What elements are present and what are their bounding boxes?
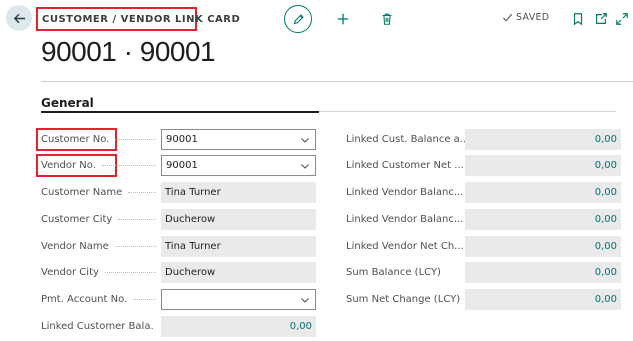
linked-vendor-balance-2-value: 0,00	[594, 214, 617, 225]
right-label-row: Sum Balance (LCY)	[346, 262, 466, 282]
linked-vendor-balance-field[interactable]: 0,00	[465, 182, 621, 203]
checkmark-icon	[502, 13, 513, 22]
customer-no-value: 90001	[166, 134, 198, 145]
right-label-row: Linked Vendor Balanc...	[346, 182, 466, 202]
dots	[115, 138, 156, 140]
customer-city-value: Ducherow	[165, 214, 216, 225]
sum-net-change-field[interactable]: 0,00	[465, 289, 621, 310]
dots	[118, 218, 156, 220]
title-divider	[41, 81, 633, 82]
section-general-title[interactable]: General	[41, 96, 94, 110]
linked-customer-net-label: Linked Customer Net ...	[346, 159, 464, 171]
linked-cust-balance-as-field[interactable]: 0,00	[465, 129, 621, 150]
customer-city-label: Customer City	[41, 213, 113, 225]
edit-button[interactable]	[284, 5, 312, 33]
sum-net-change-value: 0,00	[594, 294, 617, 305]
pmt-account-no-field[interactable]	[161, 289, 316, 310]
customer-no-label: Customer No.	[41, 133, 110, 145]
pencil-icon	[293, 13, 304, 24]
sum-net-change-label: Sum Net Change (LCY)	[346, 293, 461, 305]
customer-no-label-row: Customer No.	[41, 129, 162, 149]
sum-balance-value: 0,00	[594, 267, 617, 278]
saved-status: SAVED	[502, 12, 549, 23]
customer-no-field[interactable]: 90001	[161, 129, 316, 150]
back-arrow-icon	[13, 13, 25, 23]
dots	[128, 191, 156, 193]
right-label-row: Linked Customer Net ...	[346, 155, 466, 175]
linked-customer-balance-label-row: Linked Customer Bala...	[41, 316, 162, 336]
sum-balance-label: Sum Balance (LCY)	[346, 266, 441, 278]
dots	[133, 298, 156, 300]
vendor-name-label-row: Vendor Name	[41, 236, 162, 256]
customer-name-value: Tina Turner	[165, 187, 221, 198]
open-new-window-button[interactable]	[593, 11, 609, 27]
vendor-no-value: 90001	[166, 160, 198, 171]
vendor-no-label: Vendor No.	[41, 159, 96, 171]
customer-name-field: Tina Turner	[161, 182, 316, 203]
linked-customer-balance-field[interactable]: 0,00	[161, 316, 316, 337]
chevron-down-icon[interactable]	[300, 161, 310, 171]
vendor-city-field: Ducherow	[161, 262, 316, 283]
linked-customer-balance-label: Linked Customer Bala...	[41, 320, 153, 332]
vendor-no-field[interactable]: 90001	[161, 155, 316, 176]
linked-vendor-balance-2-field[interactable]: 0,00	[465, 209, 621, 230]
page-caption-highlight: CUSTOMER / VENDOR LINK CARD	[36, 7, 240, 31]
back-button[interactable]	[6, 5, 32, 31]
page-title: 90001 · 90001	[41, 36, 216, 67]
bookmark-icon	[573, 13, 583, 26]
saved-label: SAVED	[516, 12, 550, 23]
dots	[101, 164, 156, 166]
linked-customer-net-value: 0,00	[594, 160, 617, 171]
dots	[104, 271, 156, 273]
section-divider	[319, 111, 616, 112]
right-label-row: Sum Net Change (LCY)	[346, 289, 466, 309]
dots	[114, 245, 156, 247]
linked-vendor-net-change-label: Linked Vendor Net Ch...	[346, 240, 464, 252]
linked-vendor-balance-2-label: Linked Vendor Balanc...	[346, 213, 464, 225]
vendor-city-label-row: Vendor City	[41, 262, 162, 282]
pmt-account-no-label: Pmt. Account No.	[41, 293, 128, 305]
right-label-row: Linked Vendor Net Ch...	[346, 236, 466, 256]
trash-icon	[382, 13, 392, 25]
section-underline	[41, 111, 319, 113]
linked-vendor-balance-value: 0,00	[594, 187, 617, 198]
sum-balance-field[interactable]: 0,00	[465, 262, 621, 283]
open-new-window-icon	[596, 13, 607, 24]
vendor-city-value: Ducherow	[165, 267, 216, 278]
bookmark-button[interactable]	[570, 11, 586, 27]
customer-city-label-row: Customer City	[41, 209, 162, 229]
delete-button[interactable]	[379, 11, 395, 27]
linked-cust-balance-as-label: Linked Cust. Balance a...	[346, 133, 466, 145]
expand-button[interactable]	[614, 11, 630, 27]
linked-customer-balance-value: 0,00	[289, 321, 312, 332]
linked-vendor-net-change-value: 0,00	[594, 241, 617, 252]
linked-vendor-balance-label: Linked Vendor Balanc...	[346, 186, 464, 198]
chevron-down-icon[interactable]	[300, 295, 310, 305]
vendor-city-label: Vendor City	[41, 266, 99, 278]
linked-cust-balance-as-value: 0,00	[594, 134, 617, 145]
customer-name-label: Customer Name	[41, 186, 123, 198]
right-label-row: Linked Vendor Balanc...	[346, 209, 466, 229]
vendor-name-value: Tina Turner	[165, 241, 221, 252]
linked-vendor-net-change-field[interactable]: 0,00	[465, 236, 621, 257]
customer-name-label-row: Customer Name	[41, 182, 162, 202]
new-button[interactable]	[335, 11, 351, 27]
vendor-name-field: Tina Turner	[161, 236, 316, 257]
chevron-down-icon[interactable]	[300, 135, 310, 145]
pmt-account-no-label-row: Pmt. Account No.	[41, 289, 162, 309]
expand-icon	[616, 13, 628, 25]
right-label-row: Linked Cust. Balance a...	[346, 129, 466, 149]
linked-customer-net-field[interactable]: 0,00	[465, 155, 621, 176]
vendor-name-label: Vendor Name	[41, 240, 109, 252]
vendor-no-label-row: Vendor No.	[41, 155, 162, 175]
page-caption: CUSTOMER / VENDOR LINK CARD	[42, 13, 241, 25]
plus-icon	[337, 13, 349, 25]
customer-city-field: Ducherow	[161, 209, 316, 230]
